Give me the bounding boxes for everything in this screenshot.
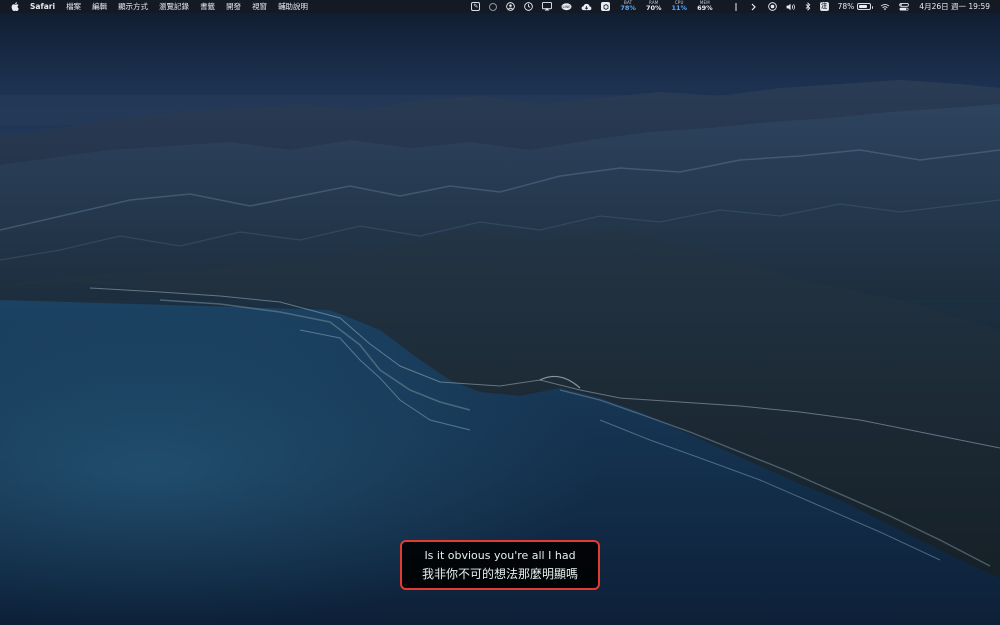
menu-edit[interactable]: 編輯 — [92, 0, 107, 13]
mem-stat-value: 69% — [697, 4, 713, 13]
input-method-icon[interactable]: 注 — [819, 0, 829, 13]
menu-bar-status-area: ✎ LINE BAT 78% RAM 70% CPU 11% MEM 69% 注… — [462, 0, 1000, 13]
cpu-stat-value: 11% — [671, 4, 688, 13]
battery-stat-value: 78% — [620, 4, 636, 13]
subtitle-line-english: Is it obvious you're all I had — [424, 548, 576, 562]
menu-history[interactable]: 瀏覽記錄 — [159, 0, 189, 13]
clock-icon[interactable] — [524, 0, 534, 13]
menu-develop[interactable]: 開發 — [226, 0, 241, 13]
battery-percent-text[interactable]: 78% — [838, 2, 855, 11]
subtitle-line-chinese: 我非你不可的想法那麼明顯嗎 — [421, 566, 578, 581]
mem-stat[interactable]: MEM 69% — [697, 0, 713, 13]
notes-icon[interactable]: ✎ — [471, 0, 481, 13]
ram-stat[interactable]: RAM 70% — [646, 0, 662, 13]
battery-icon[interactable] — [857, 3, 874, 10]
menu-file[interactable]: 檔案 — [66, 0, 81, 13]
chevron-right-icon[interactable] — [751, 0, 756, 13]
menu-view[interactable]: 顯示方式 — [118, 0, 148, 13]
separator-icon — [735, 0, 737, 13]
wifi-icon[interactable] — [880, 0, 890, 13]
bluetooth-icon[interactable] — [805, 0, 811, 13]
cast-icon[interactable] — [542, 0, 553, 13]
menu-app-name[interactable]: Safari — [30, 0, 55, 13]
menu-clock[interactable]: 4月26日 週一 19:59 — [919, 1, 990, 12]
menu-bar-left: Safari 檔案 編輯 顯示方式 瀏覽記錄 書籤 開發 視窗 輔助說明 — [0, 0, 319, 13]
lyrics-subtitle-box: Is it obvious you're all I had 我非你不可的想法那… — [400, 540, 600, 590]
volume-icon[interactable] — [786, 0, 796, 13]
wallpaper-big-sur-coast — [0, 0, 1000, 625]
record-icon[interactable] — [767, 0, 777, 13]
dropbox-icon[interactable] — [601, 0, 611, 13]
app-icon[interactable] — [489, 0, 498, 13]
menu-bookmarks[interactable]: 書籤 — [200, 0, 215, 13]
desktop: Safari 檔案 編輯 顯示方式 瀏覽記錄 書籤 開發 視窗 輔助說明 ✎ L… — [0, 0, 1000, 625]
menu-help[interactable]: 輔助說明 — [278, 0, 308, 13]
control-center-icon[interactable] — [899, 0, 910, 13]
menu-window[interactable]: 視窗 — [252, 0, 267, 13]
ram-stat-value: 70% — [645, 4, 662, 13]
battery-stat[interactable]: BAT 78% — [620, 0, 636, 13]
apple-logo-icon[interactable] — [10, 2, 19, 12]
menu-bar: Safari 檔案 編輯 顯示方式 瀏覽記錄 書籤 開發 視窗 輔助說明 ✎ L… — [0, 0, 1000, 13]
line-icon[interactable]: LINE — [561, 0, 572, 13]
user-icon[interactable] — [506, 0, 516, 13]
cloud-download-icon[interactable] — [581, 0, 592, 13]
svg-text:LINE: LINE — [563, 5, 572, 9]
cpu-stat[interactable]: CPU 11% — [672, 0, 688, 13]
